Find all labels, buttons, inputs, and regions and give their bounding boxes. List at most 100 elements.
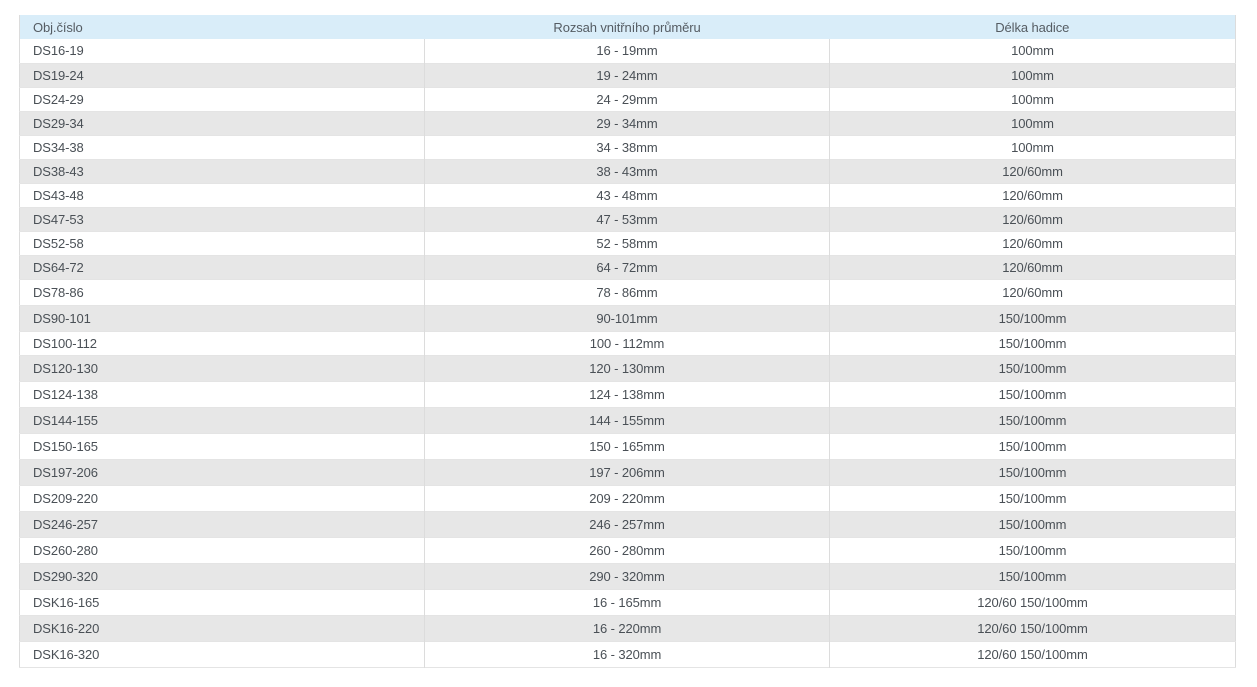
diameter-range-cell: 260 - 280mm	[424, 537, 830, 563]
diameter-range-cell: 124 - 138mm	[424, 381, 830, 407]
table-row: DS150-165 150 - 165mm 150/100mm	[19, 433, 1236, 459]
table-row: DS197-206 197 - 206mm 150/100mm	[19, 459, 1236, 485]
header-part-number: Obj.číslo	[33, 19, 83, 35]
table-row: DS124-138 124 - 138mm 150/100mm	[19, 381, 1236, 407]
part-number-cell: DS260-280	[19, 537, 425, 563]
diameter-range-cell: 24 - 29mm	[424, 87, 830, 111]
table-row: DS100-112 100 - 112mm 150/100mm	[19, 331, 1236, 355]
diameter-range-cell: 19 - 24mm	[424, 63, 830, 87]
part-number-cell: DS90-101	[19, 305, 425, 331]
hose-length-cell: 100mm	[1011, 67, 1054, 83]
diameter-range-cell: 90-101mm	[424, 305, 830, 331]
table-row: DS144-155 144 - 155mm 150/100mm	[19, 407, 1236, 433]
diameter-range-cell: 16 - 320mm	[424, 641, 830, 667]
diameter-range-cell: 100 - 112mm	[424, 331, 830, 355]
product-table: Obj.číslo Rozsah vnitřního průměru Délka…	[19, 15, 1236, 668]
hose-length-cell: 100mm	[1011, 43, 1054, 59]
diameter-range-cell: 144 - 155mm	[424, 407, 830, 433]
table-row: DS43-48 43 - 48mm 120/60mm	[19, 183, 1236, 207]
hose-length-cell: 150/100mm	[998, 335, 1067, 351]
part-number-cell: DS78-86	[19, 279, 425, 305]
table-row: DS52-58 52 - 58mm 120/60mm	[19, 231, 1236, 255]
diameter-range-cell: 38 - 43mm	[424, 159, 830, 183]
diameter-range-cell: 197 - 206mm	[424, 459, 830, 485]
part-number-cell: DS64-72	[19, 255, 425, 279]
diameter-range-cell: 246 - 257mm	[424, 511, 830, 537]
part-number-cell: DS197-206	[19, 459, 425, 485]
diameter-range-cell: 16 - 220mm	[424, 615, 830, 641]
part-number-cell: DSK16-220	[19, 615, 425, 641]
hose-length-cell: 150/100mm	[998, 516, 1067, 532]
hose-length-cell: 120/60mm	[1002, 163, 1063, 179]
table-row: DS29-34 29 - 34mm 100mm	[19, 111, 1236, 135]
part-number-cell: DS150-165	[19, 433, 425, 459]
table-row: DS120-130 120 - 130mm 150/100mm	[19, 355, 1236, 381]
hose-length-cell: 120/60mm	[1002, 187, 1063, 203]
diameter-range-cell: 150 - 165mm	[424, 433, 830, 459]
part-number-cell: DS47-53	[19, 207, 425, 231]
table-row: DSK16-220 16 - 220mm 120/60 150/100mm	[19, 615, 1236, 641]
hose-length-cell: 120/60mm	[1002, 235, 1063, 251]
hose-length-cell: 150/100mm	[998, 310, 1067, 326]
hose-length-cell: 150/100mm	[998, 386, 1067, 402]
hose-length-cell: 120/60 150/100mm	[977, 620, 1088, 636]
table-row: DS34-38 34 - 38mm 100mm	[19, 135, 1236, 159]
part-number-cell: DS209-220	[19, 485, 425, 511]
part-number-cell: DS43-48	[19, 183, 425, 207]
table-row: DS64-72 64 - 72mm 120/60mm	[19, 255, 1236, 279]
table-body: DS16-19 16 - 19mm 100mm DS19-24 19 - 24mm 100…	[19, 39, 1236, 667]
diameter-range-cell: 290 - 320mm	[424, 563, 830, 589]
part-number-cell: DS124-138	[19, 381, 425, 407]
hose-length-cell: 150/100mm	[998, 412, 1067, 428]
table-row: DS47-53 47 - 53mm 120/60mm	[19, 207, 1236, 231]
hose-length-cell: 100mm	[1011, 115, 1054, 131]
hose-length-cell: 150/100mm	[998, 490, 1067, 506]
diameter-range-cell: 64 - 72mm	[424, 255, 830, 279]
part-number-cell: DS29-34	[19, 111, 425, 135]
hose-length-cell: 120/60mm	[1002, 259, 1063, 275]
part-number-cell: DS16-19	[19, 39, 425, 63]
diameter-range-cell: 43 - 48mm	[424, 183, 830, 207]
diameter-range-cell: 34 - 38mm	[424, 135, 830, 159]
table-row: DS260-280 260 - 280mm 150/100mm	[19, 537, 1236, 563]
hose-length-cell: 100mm	[1011, 91, 1054, 107]
hose-length-cell: 150/100mm	[998, 438, 1067, 454]
diameter-range-cell: 52 - 58mm	[424, 231, 830, 255]
part-number-cell: DS34-38	[19, 135, 425, 159]
diameter-range-cell: 29 - 34mm	[424, 111, 830, 135]
diameter-range-cell: 16 - 19mm	[424, 39, 830, 63]
diameter-range-cell: 16 - 165mm	[424, 589, 830, 615]
table-row: DS24-29 24 - 29mm 100mm	[19, 87, 1236, 111]
hose-length-cell: 120/60 150/100mm	[977, 594, 1088, 610]
part-number-cell: DS19-24	[19, 63, 425, 87]
table-row: DS19-24 19 - 24mm 100mm	[19, 63, 1236, 87]
diameter-range-cell: 209 - 220mm	[424, 485, 830, 511]
part-number-cell: DS144-155	[19, 407, 425, 433]
part-number-cell: DS52-58	[19, 231, 425, 255]
hose-length-cell: 150/100mm	[998, 360, 1067, 376]
table-row: DS290-320 290 - 320mm 150/100mm	[19, 563, 1236, 589]
table-header: Obj.číslo Rozsah vnitřního průměru Délka…	[19, 15, 1236, 39]
part-number-cell: DSK16-320	[19, 641, 425, 667]
part-number-cell: DS100-112	[19, 331, 425, 355]
part-number-cell: DSK16-165	[19, 589, 425, 615]
diameter-range-cell: 47 - 53mm	[424, 207, 830, 231]
table-row: DSK16-165 16 - 165mm 120/60 150/100mm	[19, 589, 1236, 615]
part-number-cell: DS38-43	[19, 159, 425, 183]
table-row: DS16-19 16 - 19mm 100mm	[19, 39, 1236, 63]
table-row: DS90-101 90-101mm 150/100mm	[19, 305, 1236, 331]
hose-length-cell: 150/100mm	[998, 568, 1067, 584]
diameter-range-cell: 78 - 86mm	[424, 279, 830, 305]
hose-length-cell: 120/60 150/100mm	[977, 646, 1088, 662]
hose-length-cell: 100mm	[1011, 139, 1054, 155]
diameter-range-cell: 120 - 130mm	[424, 355, 830, 381]
hose-length-cell: 120/60mm	[1002, 211, 1063, 227]
table-row: DS246-257 246 - 257mm 150/100mm	[19, 511, 1236, 537]
hose-length-cell: 150/100mm	[998, 464, 1067, 480]
part-number-cell: DS120-130	[19, 355, 425, 381]
table-row: DSK16-320 16 - 320mm 120/60 150/100mm	[19, 641, 1236, 667]
part-number-cell: DS246-257	[19, 511, 425, 537]
table-row: DS38-43 38 - 43mm 120/60mm	[19, 159, 1236, 183]
header-hose-length: Délka hadice	[995, 19, 1070, 35]
part-number-cell: DS24-29	[19, 87, 425, 111]
